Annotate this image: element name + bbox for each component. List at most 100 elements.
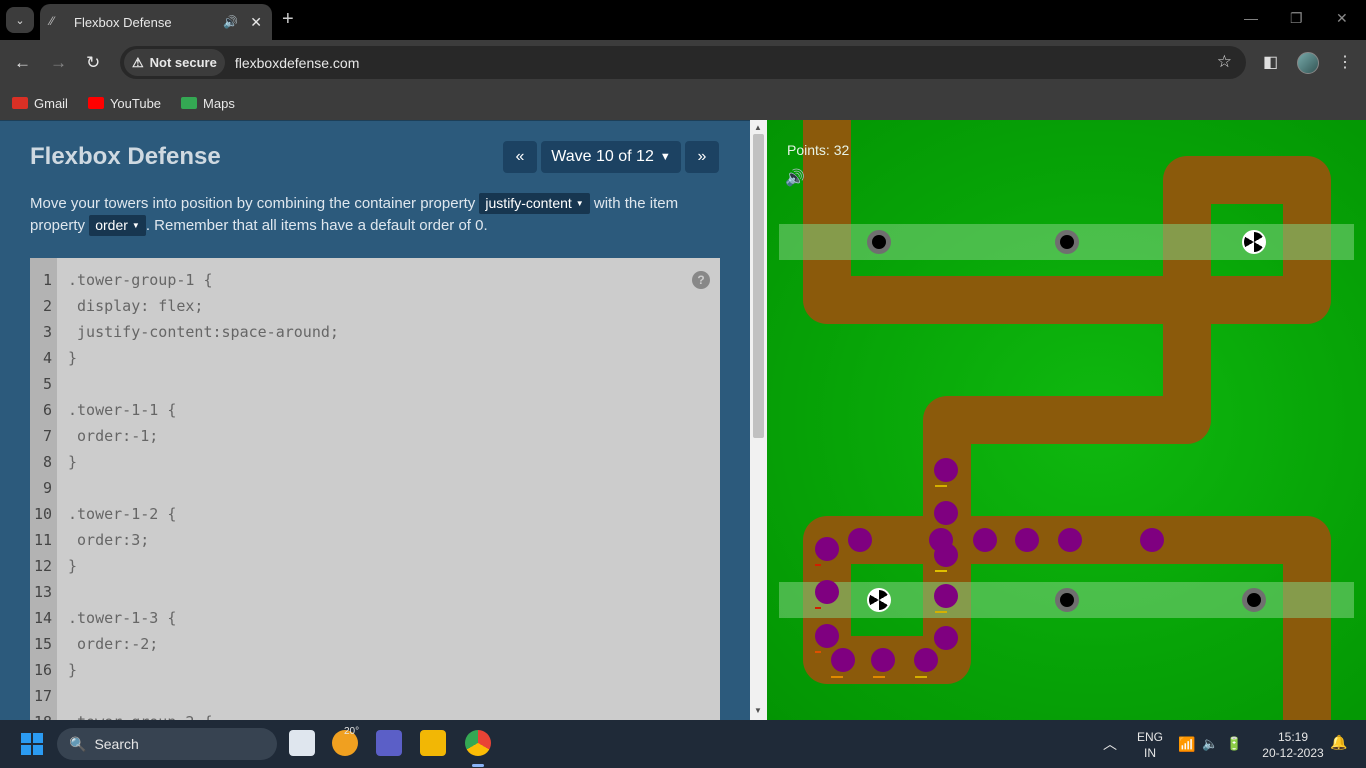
page-scrollbar[interactable]: ▲ ▼ <box>750 120 767 720</box>
clock[interactable]: 15:19 20-12-2023 <box>1258 730 1328 760</box>
page-content: Flexbox Defense « Wave 10 of 12 ▼ » Move… <box>0 120 1366 721</box>
close-tab-icon[interactable]: ✕ <box>250 14 262 31</box>
bookmark-youtube[interactable]: YouTube <box>87 96 161 111</box>
clock-date: 20-12-2023 <box>1262 746 1324 760</box>
previous-wave-button[interactable]: « <box>503 141 537 173</box>
next-wave-button[interactable]: » <box>685 141 719 173</box>
enemy <box>1058 528 1082 552</box>
tower-1-1[interactable] <box>867 230 891 254</box>
health-bar <box>935 485 947 487</box>
taskbar-search[interactable]: 🔍 Search <box>57 728 277 760</box>
forward-button[interactable]: → <box>50 53 67 73</box>
scroll-up-arrow-icon[interactable]: ▲ <box>754 123 762 132</box>
line-number: 13 <box>33 583 52 601</box>
code-line[interactable]: 13 <box>30 579 720 605</box>
profile-avatar[interactable] <box>1297 52 1319 74</box>
code-line[interactable]: 12} <box>30 553 720 579</box>
new-tab-button[interactable]: + <box>282 8 294 31</box>
teams-icon[interactable] <box>376 730 402 756</box>
tower-group-2[interactable] <box>779 582 1354 618</box>
code-line[interactable]: 10 .tower-1-2 { <box>30 501 720 527</box>
url-text[interactable]: flexboxdefense.com <box>235 55 360 71</box>
code-line[interactable]: 14 .tower-1-3 { <box>30 605 720 631</box>
code-line[interactable]: 9 <box>30 475 720 501</box>
code-line[interactable]: 16} <box>30 657 720 683</box>
tab-flexbox-defense[interactable]: ⁄⁄ Flexbox Defense 🔊 ✕ <box>40 4 272 40</box>
code-text[interactable]: display: flex; <box>68 293 203 319</box>
start-button[interactable] <box>21 733 43 755</box>
code-text[interactable]: } <box>68 657 77 683</box>
code-text[interactable]: .tower-1-3 { <box>68 605 176 631</box>
notification-bell-icon[interactable]: 🔔 <box>1330 734 1347 751</box>
code-line[interactable]: 8} <box>30 449 720 475</box>
code-text[interactable]: .tower-1-1 { <box>68 397 176 423</box>
bookmark-label: Maps <box>203 95 235 111</box>
line-number: 9 <box>42 479 52 497</box>
code-line[interactable]: 11 order:3; <box>30 527 720 553</box>
property-dropdown-justify-content[interactable]: justify-content ▼ <box>479 193 590 215</box>
tower-2-1[interactable] <box>867 588 891 612</box>
speaker-icon[interactable]: 🔊 <box>223 15 238 29</box>
line-number: 17 <box>33 687 52 705</box>
address-bar[interactable]: ⚠ Not secure flexboxdefense.com ☆ <box>120 46 1246 79</box>
code-line[interactable]: 7 order:-1; <box>30 423 720 449</box>
close-window-button[interactable]: ✕ <box>1336 10 1348 27</box>
scroll-down-arrow-icon[interactable]: ▼ <box>754 706 762 715</box>
code-line[interactable]: 6 .tower-1-1 { <box>30 397 720 423</box>
back-button[interactable]: ← <box>14 53 31 73</box>
code-line[interactable]: 17 <box>30 683 720 709</box>
tower-group-1[interactable] <box>779 224 1354 260</box>
site-favicon-icon: ⁄⁄ <box>50 14 55 28</box>
chrome-icon[interactable] <box>465 730 491 756</box>
line-number: 3 <box>42 323 52 341</box>
code-line[interactable]: 5 <box>30 371 720 397</box>
minimize-button[interactable]: — <box>1244 10 1258 26</box>
wave-selector[interactable]: Wave 10 of 12 ▼ <box>541 141 681 173</box>
scrollbar-thumb[interactable] <box>753 134 764 438</box>
windows-logo-icon <box>21 745 31 755</box>
tower-2-2[interactable] <box>1055 588 1079 612</box>
enemy <box>848 528 872 552</box>
side-panel-icon[interactable]: ◧ <box>1263 52 1278 72</box>
language-indicator[interactable]: ENG IN <box>1135 730 1165 760</box>
show-hidden-icons-chevron-icon[interactable]: ︿ <box>1103 734 1117 754</box>
code-text[interactable]: order:-1; <box>68 423 158 449</box>
restore-button[interactable]: ❐ <box>1290 10 1303 27</box>
reload-button[interactable]: ↻ <box>86 53 100 73</box>
code-text[interactable]: justify-content:space-around; <box>68 319 339 345</box>
code-text[interactable]: .tower-group-1 { <box>68 267 213 293</box>
wifi-icon[interactable]: 📶 <box>1178 736 1195 753</box>
bookmark-star-icon[interactable]: ☆ <box>1217 52 1232 72</box>
tower-1-2[interactable] <box>1055 230 1079 254</box>
line-number: 5 <box>42 375 52 393</box>
code-text[interactable]: order:-2; <box>68 631 158 657</box>
code-line[interactable]: 1 .tower-group-1 { <box>30 267 720 293</box>
code-text[interactable]: } <box>68 449 77 475</box>
battery-icon[interactable]: 🔋 <box>1226 736 1242 752</box>
code-editor[interactable]: ? 1 .tower-group-1 {2 display: flex; 3 jus… <box>30 258 720 721</box>
code-line[interactable]: 3 justify-content:space-around; <box>30 319 720 345</box>
file-explorer-icon[interactable] <box>420 730 446 756</box>
task-view-icon[interactable] <box>289 730 315 756</box>
sound-toggle-icon[interactable]: 🔊 <box>785 168 805 188</box>
bookmark-gmail[interactable]: Gmail <box>12 96 68 111</box>
code-line[interactable]: 2 display: flex; <box>30 293 720 319</box>
code-line[interactable]: 15 order:-2; <box>30 631 720 657</box>
volume-icon[interactable]: 🔈 <box>1202 736 1218 752</box>
code-text[interactable]: .tower-1-2 { <box>68 501 176 527</box>
tower-2-3[interactable] <box>1242 588 1266 612</box>
instructions-part: Move your towers into position by combin… <box>30 195 476 212</box>
maps-icon <box>181 97 198 109</box>
tower-1-3[interactable] <box>1242 230 1266 254</box>
security-chip[interactable]: ⚠ Not secure <box>124 49 225 76</box>
code-text[interactable]: order:3; <box>68 527 149 553</box>
caret-down-icon: ▼ <box>575 199 584 209</box>
tab-search-button[interactable]: ⌄ <box>6 7 34 33</box>
code-text[interactable]: } <box>68 553 77 579</box>
code-line[interactable]: 4} <box>30 345 720 371</box>
line-number: 8 <box>42 453 52 471</box>
property-dropdown-order[interactable]: order ▼ <box>89 215 146 237</box>
menu-icon[interactable]: ⋮ <box>1337 52 1353 72</box>
code-text[interactable]: } <box>68 345 77 371</box>
bookmark-maps[interactable]: Maps <box>181 96 235 111</box>
